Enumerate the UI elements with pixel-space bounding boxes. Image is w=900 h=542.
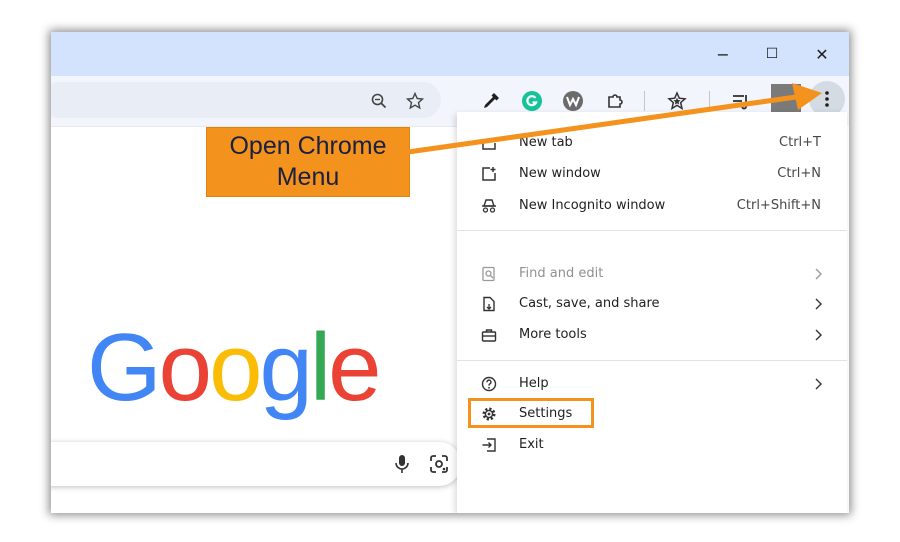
- annotation-arrow: [405, 83, 822, 155]
- annotation-arrow-line: [405, 94, 799, 155]
- annotation-arrow-head: [792, 83, 822, 110]
